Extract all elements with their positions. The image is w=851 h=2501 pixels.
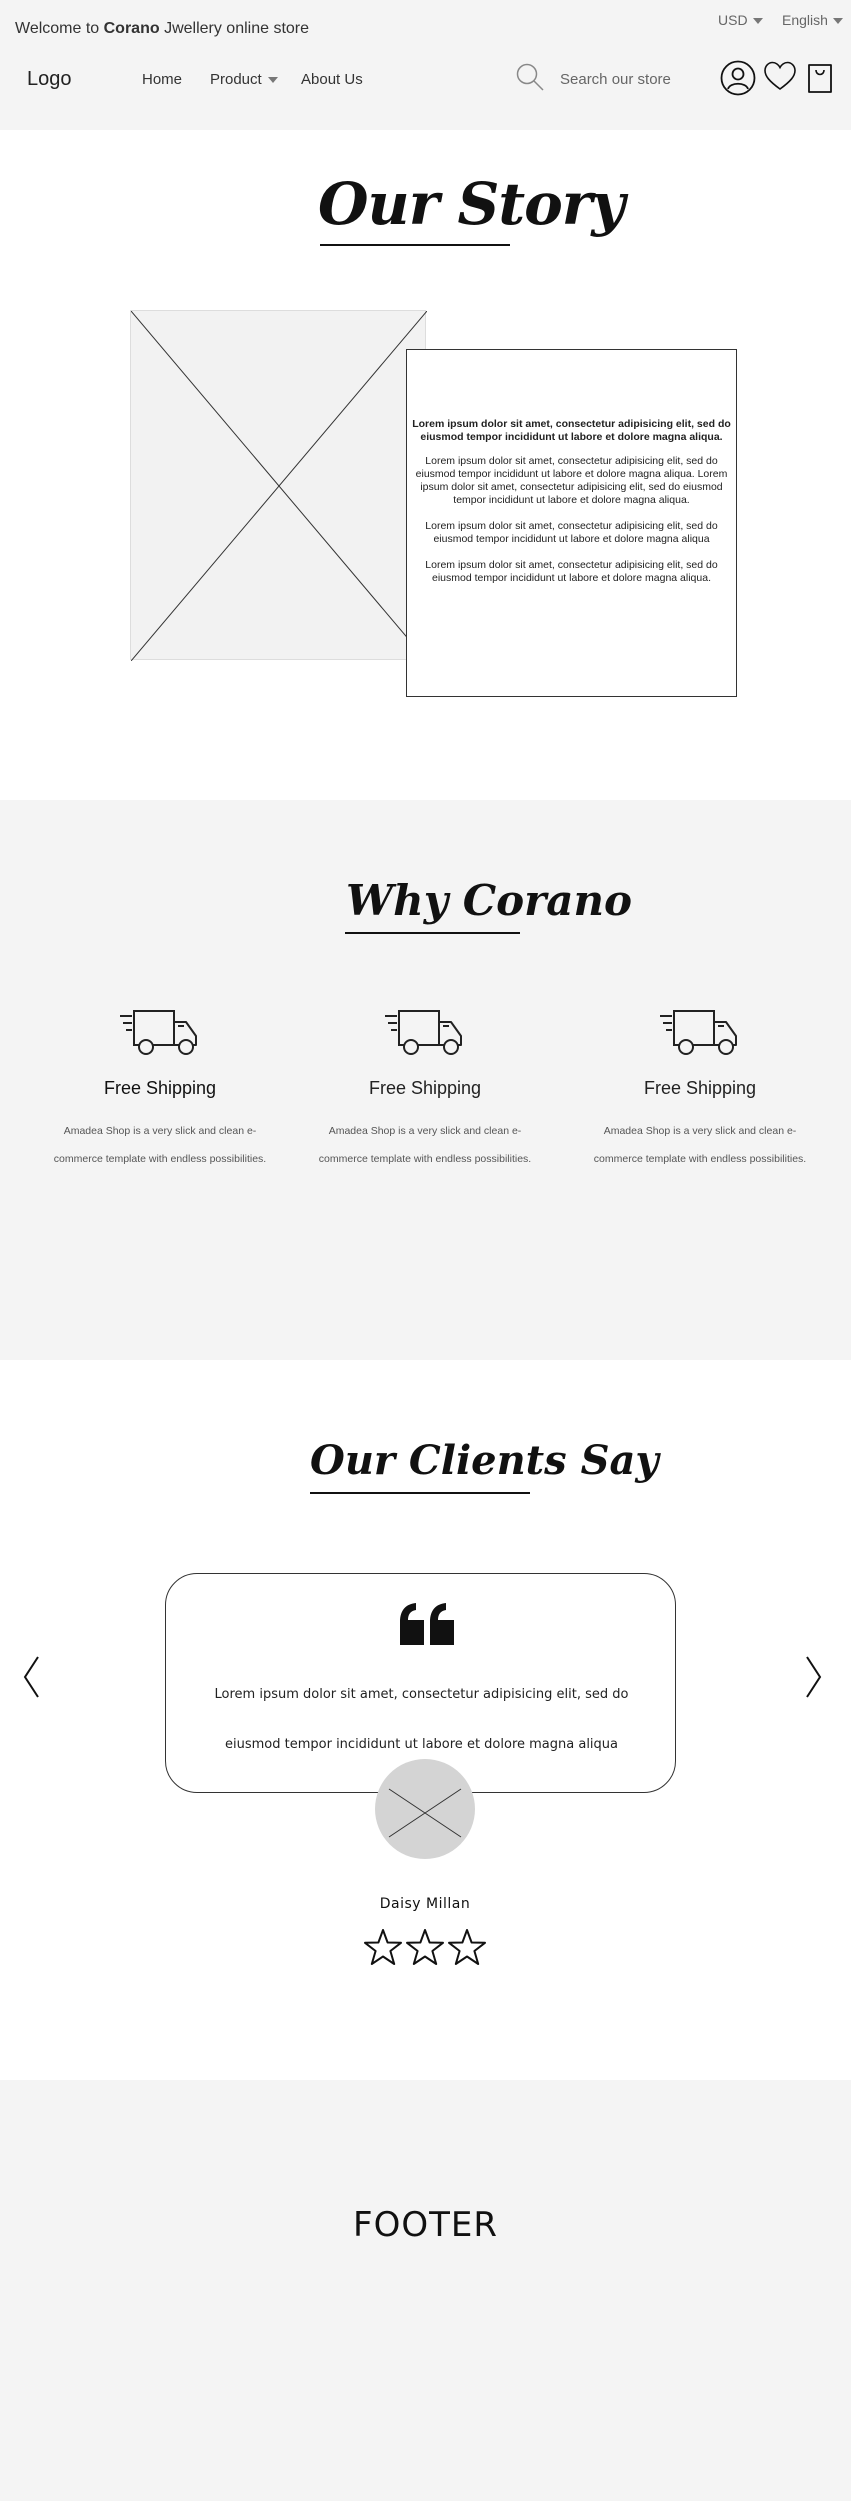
feature-card: Free Shipping Amadea Shop is a very slic… <box>580 1010 820 1173</box>
user-icon[interactable] <box>720 60 756 96</box>
nav-item-product-label: Product <box>210 71 262 88</box>
image-placeholder-icon <box>131 311 427 661</box>
shopping-bag-icon[interactable] <box>806 60 834 94</box>
image-placeholder-icon <box>388 1788 462 1838</box>
chevron-left-icon[interactable] <box>22 1655 42 1699</box>
feature-title: Free Shipping <box>103 1078 217 1098</box>
chevron-down-icon <box>752 18 763 25</box>
testimonial-quote: Lorem ipsum dolor sit amet, consectetur … <box>214 1687 629 1752</box>
footer-label: FOOTER <box>353 2205 498 2245</box>
footer <box>0 2080 851 2501</box>
why-title-underline <box>345 932 520 934</box>
feature-card: Free Shipping Amadea Shop is a very slic… <box>40 1010 280 1173</box>
currency-label: USD <box>718 12 748 28</box>
feature-title: Free Shipping <box>643 1078 757 1098</box>
quote-icon <box>400 1603 454 1645</box>
story-paragraph: Lorem ipsum dolor sit amet, consectetur … <box>415 455 728 506</box>
clients-title-underline <box>310 1492 530 1494</box>
story-text-box: Lorem ipsum dolor sit amet, consectetur … <box>406 349 737 697</box>
star-icon <box>406 1929 444 1965</box>
why-title: Why Corano <box>346 876 633 925</box>
chevron-down-icon <box>832 18 843 25</box>
truck-icon <box>385 1010 462 1055</box>
clients-title: Our Clients Say <box>310 1437 659 1484</box>
truck-icon <box>660 1010 737 1055</box>
star-icon <box>364 1929 402 1965</box>
currency-selector[interactable]: USD <box>718 12 763 28</box>
story-paragraph: Lorem ipsum dolor sit amet, consectetur … <box>425 520 718 545</box>
search-icon[interactable] <box>515 62 545 92</box>
language-selector[interactable]: English <box>782 12 843 28</box>
welcome-prefix: Welcome to <box>15 20 104 37</box>
avatar <box>375 1759 475 1859</box>
logo[interactable]: Logo <box>27 68 72 91</box>
chevron-down-icon <box>267 77 278 84</box>
story-paragraph: Lorem ipsum dolor sit amet, consectetur … <box>425 559 718 584</box>
story-image-placeholder <box>130 310 427 661</box>
star-icon <box>448 1929 486 1965</box>
search-input[interactable]: Search our store <box>560 71 671 88</box>
top-bar: Welcome to Corano Jwellery online store … <box>0 0 851 130</box>
heart-icon[interactable] <box>763 60 797 92</box>
feature-card: Free Shipping Amadea Shop is a very slic… <box>305 1010 545 1173</box>
nav-item-product[interactable]: Product <box>210 71 278 88</box>
chevron-right-icon[interactable] <box>803 1655 823 1699</box>
rating-stars <box>364 1929 486 1965</box>
feature-description: Amadea Shop is a very slick and clean e-… <box>53 1125 267 1165</box>
nav-item-home[interactable]: Home <box>142 71 182 88</box>
welcome-suffix: Jwellery online store <box>159 20 310 37</box>
nav-item-about-us[interactable]: About Us <box>301 71 363 88</box>
client-name: Daisy Millan <box>379 1896 471 1912</box>
story-title-underline <box>320 244 510 246</box>
story-lead: Lorem ipsum dolor sit amet, consectetur … <box>412 418 731 443</box>
feature-description: Amadea Shop is a very slick and clean e-… <box>318 1125 532 1165</box>
feature-description: Amadea Shop is a very slick and clean e-… <box>593 1125 807 1165</box>
story-title: Our Story <box>318 170 625 238</box>
welcome-message: Welcome to Corano Jwellery online store <box>15 20 309 38</box>
welcome-brand: Corano <box>103 20 160 37</box>
truck-icon <box>120 1010 197 1055</box>
feature-title: Free Shipping <box>368 1078 482 1098</box>
language-label: English <box>782 12 828 28</box>
